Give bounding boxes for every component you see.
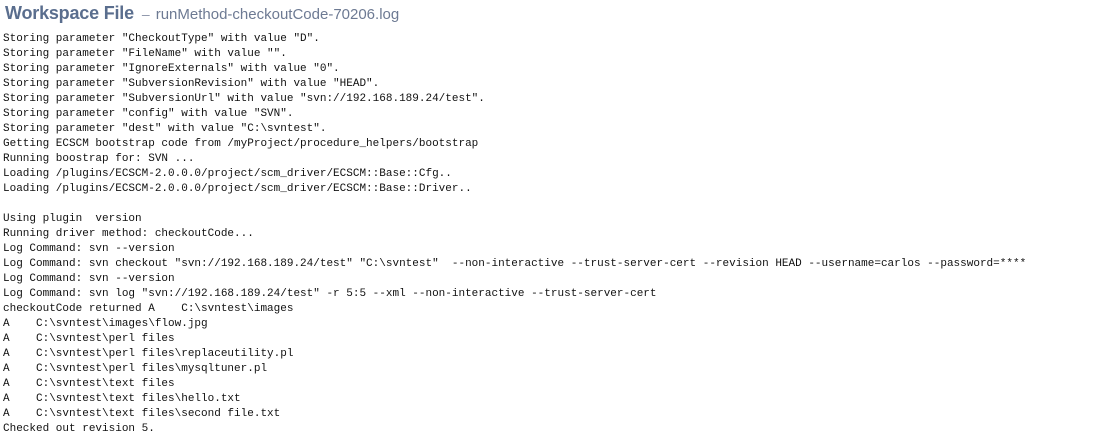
log-line: Storing parameter "SubversionUrl" with v… [3, 93, 485, 105]
log-filename: runMethod-checkoutCode-70206.log [155, 6, 400, 23]
log-line: A C:\svntest\images\flow.jpg [3, 318, 208, 330]
log-line: Checked out revision 5. [3, 423, 155, 435]
page-title: Workspace File [5, 3, 134, 23]
title-separator: – [141, 6, 150, 22]
log-line: checkoutCode returned A C:\svntest\image… [3, 303, 294, 315]
log-line: Storing parameter "IgnoreExternals" with… [3, 63, 340, 75]
log-line: Getting ECSCM bootstrap code from /myPro… [3, 138, 479, 150]
log-line: Storing parameter "config" with value "S… [3, 108, 294, 120]
log-line: A C:\svntest\text files\hello.txt [3, 393, 241, 405]
log-line: A C:\svntest\perl files [3, 333, 175, 345]
log-content: Storing parameter "CheckoutType" with va… [3, 32, 1026, 437]
log-line: A C:\svntest\perl files\replaceutility.p… [3, 348, 294, 360]
log-line: Log Command: svn checkout "svn://192.168… [3, 258, 1027, 270]
log-line: Log Command: svn log "svn://192.168.189.… [3, 288, 657, 300]
log-line: Loading /plugins/ECSCM-2.0.0.0/project/s… [3, 183, 472, 195]
log-line: Storing parameter "CheckoutType" with va… [3, 33, 320, 45]
log-line: Storing parameter "dest" with value "C:\… [3, 123, 327, 135]
log-line: Storing parameter "SubversionRevision" w… [3, 78, 380, 90]
log-line: A C:\svntest\perl files\mysqltuner.pl [3, 363, 268, 375]
log-line: Using plugin version [3, 213, 142, 225]
log-line: Log Command: svn --version [3, 273, 175, 285]
log-line: A C:\svntest\text files\second file.txt [3, 408, 281, 420]
log-line: Storing parameter "FileName" with value … [3, 48, 287, 60]
page-header: Workspace File – runMethod-checkoutCode-… [5, 3, 399, 27]
log-line: Log Command: svn --version [3, 243, 175, 255]
log-line: A C:\svntest\text files [3, 378, 175, 390]
log-line: Running boostrap for: SVN ... [3, 153, 195, 165]
log-line: Running driver method: checkoutCode... [3, 228, 254, 240]
log-line: Loading /plugins/ECSCM-2.0.0.0/project/s… [3, 168, 452, 180]
